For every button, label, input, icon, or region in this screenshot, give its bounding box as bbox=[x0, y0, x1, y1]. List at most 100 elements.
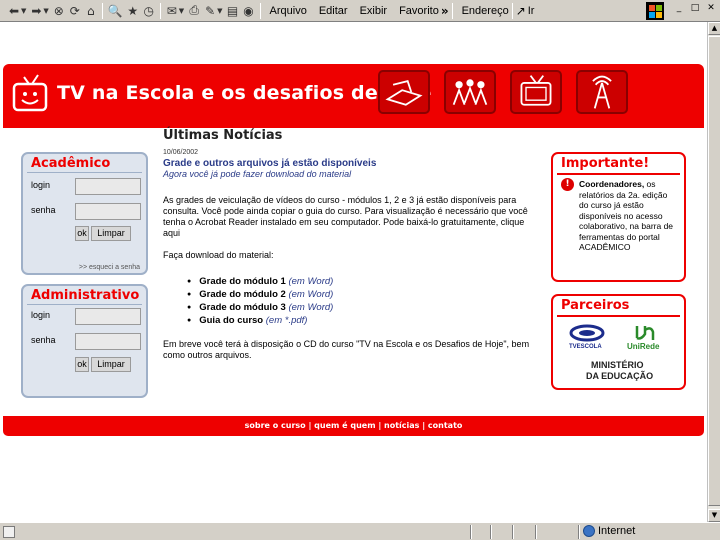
close-icon[interactable]: ✕ bbox=[704, 2, 718, 15]
television-icon bbox=[510, 70, 562, 114]
academico-senha-input[interactable] bbox=[75, 203, 141, 220]
download-item[interactable]: Guia do curso (em *.pdf) bbox=[187, 314, 541, 327]
menu-bar: Arquivo Editar Exibir Favorito bbox=[264, 5, 445, 17]
messenger-icon[interactable]: ◉ bbox=[241, 2, 257, 20]
go-button[interactable]: Ir bbox=[526, 5, 535, 17]
history-icon[interactable]: ◷ bbox=[141, 2, 157, 20]
mail-dropdown-icon[interactable]: ▼ bbox=[179, 7, 184, 15]
vertical-scrollbar[interactable]: ▲ ▼ bbox=[707, 22, 720, 522]
news-paragraph: As grades de veiculação de vídeos do cur… bbox=[163, 195, 528, 238]
ministerio-logo-line2: DA EDUCAÇÃO bbox=[586, 371, 654, 381]
importante-text-body: os relatórios da 2a. edição do curso já … bbox=[579, 179, 674, 252]
menu-exibir[interactable]: Exibir bbox=[354, 5, 394, 17]
download-list: Grade do módulo 1 (em Word) Grade do mód… bbox=[187, 275, 541, 327]
window-controls: _ □ ✕ bbox=[672, 2, 718, 15]
download-item-label[interactable]: Grade do módulo 3 bbox=[199, 302, 286, 313]
scroll-up-icon[interactable]: ▲ bbox=[708, 22, 720, 35]
mail-icon[interactable]: ✉ bbox=[164, 2, 180, 20]
administrativo-ok-button[interactable]: ok bbox=[75, 357, 89, 372]
print-icon[interactable]: ⎙ bbox=[186, 2, 202, 20]
scroll-down-icon[interactable]: ▼ bbox=[708, 509, 720, 522]
menu-favoritos[interactable]: Favorito bbox=[393, 5, 445, 17]
toolbar-divider bbox=[451, 2, 453, 19]
academico-ok-button[interactable]: ok bbox=[75, 226, 89, 241]
maximize-icon[interactable]: □ bbox=[688, 2, 702, 15]
home-icon[interactable]: ⌂ bbox=[83, 2, 99, 20]
tvescola-logo-icon bbox=[569, 324, 605, 342]
forgot-password-link[interactable]: >> esqueci a senha bbox=[79, 264, 140, 271]
edit-icon[interactable]: ✎ bbox=[202, 2, 218, 20]
stop-icon[interactable]: ⊗ bbox=[51, 2, 67, 20]
back-dropdown-icon[interactable]: ▼ bbox=[21, 7, 26, 15]
status-pane-divider bbox=[512, 525, 514, 539]
academico-login-panel: Acadêmico login senha ok Limpar >> esque… bbox=[21, 152, 148, 275]
toolbar-divider bbox=[159, 2, 161, 19]
site-footer-nav[interactable]: sobre o curso | quem é quem | notícias |… bbox=[3, 416, 704, 436]
download-item-format: (em Word) bbox=[288, 302, 334, 314]
administrativo-login-input[interactable] bbox=[75, 308, 141, 325]
search-icon[interactable]: 🔍 bbox=[106, 2, 125, 20]
administrativo-clear-button[interactable]: Limpar bbox=[91, 357, 131, 372]
menu-arquivo[interactable]: Arquivo bbox=[264, 5, 313, 17]
panel-divider bbox=[557, 315, 680, 317]
administrativo-login-label: login bbox=[31, 310, 51, 320]
site-header: TV na Escola e os desafios de hoje bbox=[3, 64, 704, 128]
address-label: Endereço bbox=[461, 4, 509, 17]
status-bar: Internet bbox=[0, 522, 720, 540]
parceiros-title: Parceiros bbox=[561, 298, 630, 313]
status-pane-divider bbox=[470, 525, 472, 539]
news-closing: Em breve você terá à disposição o CD do … bbox=[163, 339, 530, 361]
download-intro: Faça download do material: bbox=[163, 250, 274, 260]
go-icon[interactable]: ↗ bbox=[516, 4, 526, 18]
download-item[interactable]: Grade do módulo 2 (em Word) bbox=[187, 288, 541, 301]
minimize-icon[interactable]: _ bbox=[672, 2, 686, 15]
edit-dropdown-icon[interactable]: ▼ bbox=[217, 7, 222, 15]
status-pane-divider bbox=[578, 525, 580, 539]
menu-editar[interactable]: Editar bbox=[313, 5, 354, 17]
tv-mascot-logo bbox=[12, 74, 48, 112]
forward-dropdown-icon[interactable]: ▼ bbox=[43, 7, 48, 15]
people-icon bbox=[444, 70, 496, 114]
panel-divider bbox=[27, 172, 142, 173]
importante-panel: Importante! ! Coordenadores, os relatóri… bbox=[551, 152, 686, 282]
ministerio-logo-line1: MINISTÉRIO bbox=[591, 360, 644, 370]
scroll-thumb[interactable] bbox=[708, 36, 720, 506]
refresh-icon[interactable]: ⟳ bbox=[67, 2, 83, 20]
internet-globe-icon bbox=[583, 525, 595, 537]
news-headline[interactable]: Grade e outros arquivos já estão disponí… bbox=[163, 158, 541, 169]
download-item-label[interactable]: Grade do módulo 1 bbox=[199, 276, 286, 287]
administrativo-senha-input[interactable] bbox=[75, 333, 141, 350]
download-item[interactable]: Grade do módulo 1 (em Word) bbox=[187, 275, 541, 288]
toolbar-divider bbox=[259, 2, 261, 19]
news-date: 10/06/2002 bbox=[163, 149, 199, 156]
address-bar: Endereço ↗ Ir bbox=[456, 2, 535, 19]
importante-text-bold: Coordenadores, bbox=[579, 179, 645, 189]
academico-title: Acadêmico bbox=[31, 156, 111, 171]
book-icon bbox=[378, 70, 430, 114]
news-subheadline: Agora você já pode fazer download do mat… bbox=[163, 169, 352, 179]
download-item-label[interactable]: Guia do curso bbox=[199, 315, 263, 326]
windows-logo-icon bbox=[646, 2, 664, 20]
administrativo-title: Administrativo bbox=[31, 288, 140, 303]
download-item-label[interactable]: Grade do módulo 2 bbox=[199, 289, 286, 300]
site-title: TV na Escola e os desafios de hoje bbox=[57, 82, 432, 104]
tvescola-logo-text: TVESCOLA bbox=[569, 344, 602, 350]
toolbar-divider bbox=[101, 2, 103, 19]
academico-clear-button[interactable]: Limpar bbox=[91, 226, 131, 241]
back-icon[interactable]: ⬅ bbox=[6, 2, 22, 20]
page-status-icon bbox=[3, 526, 15, 538]
favorites-icon[interactable]: ★ bbox=[125, 2, 141, 20]
importante-text: Coordenadores, os relatórios da 2a. ediç… bbox=[579, 179, 679, 273]
importante-title: Importante! bbox=[561, 156, 650, 171]
download-item[interactable]: Grade do módulo 3 (em Word) bbox=[187, 301, 541, 314]
status-pane-divider bbox=[535, 525, 537, 539]
menu-overflow-chevron[interactable]: » bbox=[441, 4, 449, 18]
download-item-format: (em Word) bbox=[288, 276, 334, 288]
academico-login-input[interactable] bbox=[75, 178, 141, 195]
academico-senha-label: senha bbox=[31, 205, 56, 215]
unirede-logo-text: UniRede bbox=[627, 342, 660, 351]
forward-icon[interactable]: ➡ bbox=[28, 2, 44, 20]
discuss-icon[interactable]: ▤ bbox=[225, 2, 241, 20]
administrativo-senha-label: senha bbox=[31, 335, 56, 345]
panel-divider bbox=[27, 304, 142, 305]
